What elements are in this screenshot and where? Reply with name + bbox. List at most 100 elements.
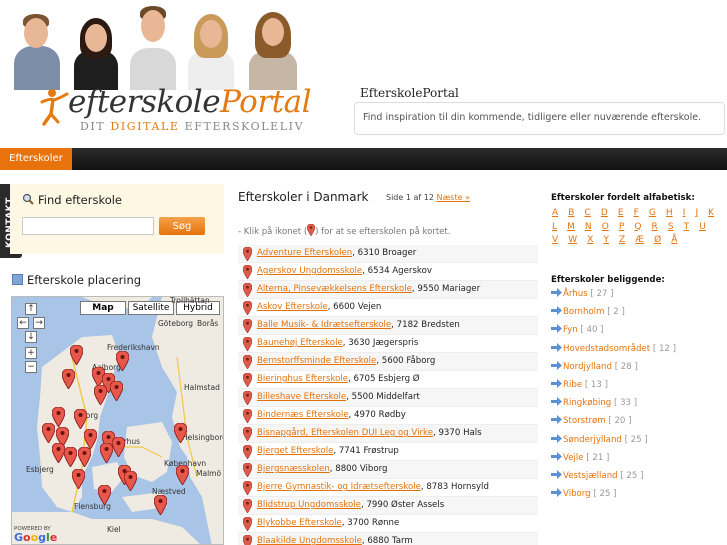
school-link[interactable]: Adventure Efterskolen: [257, 248, 352, 258]
map-pin-icon[interactable]: [242, 318, 253, 334]
map-pin-icon[interactable]: [242, 462, 253, 478]
region-link[interactable]: Viborg: [563, 489, 591, 499]
letter-link[interactable]: Ø: [654, 235, 661, 245]
pan-right-icon[interactable]: →: [33, 317, 45, 329]
letter-link[interactable]: W: [568, 235, 577, 245]
school-link[interactable]: Bjerre Gymnastik- og Idrætsefterskole: [257, 482, 421, 492]
pan-left-icon[interactable]: ←: [17, 317, 29, 329]
school-link[interactable]: Bjergsnæsskolen: [257, 464, 330, 474]
map-type-map-button[interactable]: Map: [80, 301, 126, 315]
letter-link[interactable]: L: [552, 222, 557, 232]
map-pin-icon[interactable]: [242, 264, 253, 280]
map-pin-icon[interactable]: [242, 426, 253, 442]
letter-link[interactable]: Z: [619, 235, 625, 245]
map-pin-icon[interactable]: [242, 534, 253, 545]
letter-link[interactable]: A: [552, 208, 558, 218]
region-link[interactable]: Bornholm: [563, 307, 604, 317]
map-pin-icon[interactable]: [242, 300, 253, 316]
search-input[interactable]: [22, 217, 154, 235]
zoom-in-icon[interactable]: +: [25, 347, 37, 359]
letter-link[interactable]: E: [618, 208, 624, 218]
region-item[interactable]: Århus [ 27 ]: [551, 288, 676, 306]
letter-link[interactable]: N: [585, 222, 592, 232]
school-link[interactable]: Bjerget Efterskole: [257, 446, 333, 456]
school-map[interactable]: Map Satellite Hybrid ↑ ← → ↓ + − Trollhä…: [11, 296, 224, 545]
letter-link[interactable]: Å: [671, 235, 677, 245]
map-pin-icon[interactable]: [242, 480, 253, 496]
region-link[interactable]: Nordjylland: [563, 362, 612, 372]
pan-down-icon[interactable]: ↓: [25, 331, 37, 343]
pan-up-icon[interactable]: ↑: [25, 303, 37, 315]
map-pin-icon[interactable]: [242, 444, 253, 460]
map-pin-icon[interactable]: [242, 336, 253, 352]
letter-link[interactable]: F: [634, 208, 639, 218]
school-link[interactable]: Blaakilde Ungdomsskole: [257, 536, 362, 545]
region-item[interactable]: Storstrøm [ 20 ]: [551, 415, 676, 433]
letter-link[interactable]: U: [699, 222, 706, 232]
letter-link[interactable]: C: [584, 208, 590, 218]
map-pin-icon[interactable]: [242, 498, 253, 514]
map-pin-icon[interactable]: [242, 390, 253, 406]
letter-link[interactable]: G: [649, 208, 656, 218]
map-pin-icon[interactable]: [242, 354, 253, 370]
map-type-satellite-button[interactable]: Satellite: [128, 301, 174, 315]
letter-link[interactable]: S: [668, 222, 674, 232]
school-link[interactable]: Bernstorffsminde Efterskole: [257, 356, 376, 366]
school-link[interactable]: Blidstrup Ungdomsskole: [257, 500, 361, 510]
letter-link[interactable]: Y: [603, 235, 609, 245]
region-item[interactable]: Vejle [ 21 ]: [551, 451, 676, 470]
school-link[interactable]: Bieringhus Efterskole: [257, 374, 348, 384]
letter-link[interactable]: K: [708, 208, 714, 218]
letter-link[interactable]: I: [683, 208, 686, 218]
region-item[interactable]: Viborg [ 25 ]: [551, 488, 676, 506]
school-link[interactable]: Bindernæs Efterskole: [257, 410, 349, 420]
letter-link[interactable]: X: [587, 235, 593, 245]
letter-link[interactable]: O: [602, 222, 609, 232]
region-link[interactable]: Storstrøm: [563, 416, 606, 426]
school-link[interactable]: Agerskov Ungdomsskole: [257, 266, 362, 276]
region-link[interactable]: Århus: [563, 289, 588, 299]
region-item[interactable]: Bornholm [ 2 ]: [551, 306, 676, 324]
school-link[interactable]: Bisnapgård, Efterskolen DUI Leg og Virke: [257, 428, 433, 438]
next-page-link[interactable]: Næste »: [436, 193, 470, 202]
region-item[interactable]: Vestsjælland [ 25 ]: [551, 469, 676, 488]
letter-link[interactable]: Æ: [635, 235, 644, 245]
letter-link[interactable]: T: [684, 222, 690, 232]
region-link[interactable]: Ribe: [563, 380, 582, 390]
letter-link[interactable]: H: [666, 208, 673, 218]
letter-link[interactable]: J: [695, 208, 698, 218]
school-link[interactable]: Blykobbe Efterskole: [257, 518, 342, 528]
map-pin-icon[interactable]: [242, 516, 253, 532]
region-link[interactable]: Vestsjælland: [563, 471, 618, 481]
school-link[interactable]: Balle Musik- & Idrætsefterskole: [257, 320, 391, 330]
letter-link[interactable]: R: [652, 222, 658, 232]
letter-link[interactable]: D: [601, 208, 608, 218]
map-pin-icon[interactable]: [242, 246, 253, 262]
letter-link[interactable]: P: [619, 222, 624, 232]
region-item[interactable]: Nordjylland [ 28 ]: [551, 360, 676, 379]
region-link[interactable]: Sønderjylland: [563, 435, 622, 445]
school-link[interactable]: Alterna, Pinsevækkelsens Efterskole: [257, 284, 412, 294]
school-link[interactable]: Billeshave Efterskole: [257, 392, 346, 402]
region-link[interactable]: Hovedstadsområdet: [563, 344, 650, 354]
map-pin-icon[interactable]: [242, 282, 253, 298]
map-pin-icon[interactable]: [242, 408, 253, 424]
region-item[interactable]: Ringkøbing [ 33 ]: [551, 397, 676, 415]
letter-link[interactable]: V: [552, 235, 558, 245]
school-link[interactable]: Baunehøj Efterskole: [257, 338, 343, 348]
region-item[interactable]: Sønderjylland [ 25 ]: [551, 433, 676, 452]
letter-link[interactable]: M: [567, 222, 575, 232]
letter-link[interactable]: Q: [634, 222, 641, 232]
region-link[interactable]: Vejle: [563, 453, 584, 463]
school-link[interactable]: Askov Efterskole: [257, 302, 328, 312]
region-item[interactable]: Ribe [ 13 ]: [551, 378, 676, 397]
search-button[interactable]: Søg: [159, 217, 205, 235]
letter-link[interactable]: B: [568, 208, 574, 218]
map-pin-icon[interactable]: [242, 372, 253, 388]
region-item[interactable]: Fyn [ 40 ]: [551, 324, 676, 342]
region-link[interactable]: Ringkøbing: [563, 398, 611, 408]
nav-tab-efterskoler[interactable]: Efterskoler: [0, 148, 72, 170]
region-link[interactable]: Fyn: [563, 325, 578, 335]
region-item[interactable]: Hovedstadsområdet [ 12 ]: [551, 342, 676, 361]
zoom-out-icon[interactable]: −: [25, 361, 37, 373]
